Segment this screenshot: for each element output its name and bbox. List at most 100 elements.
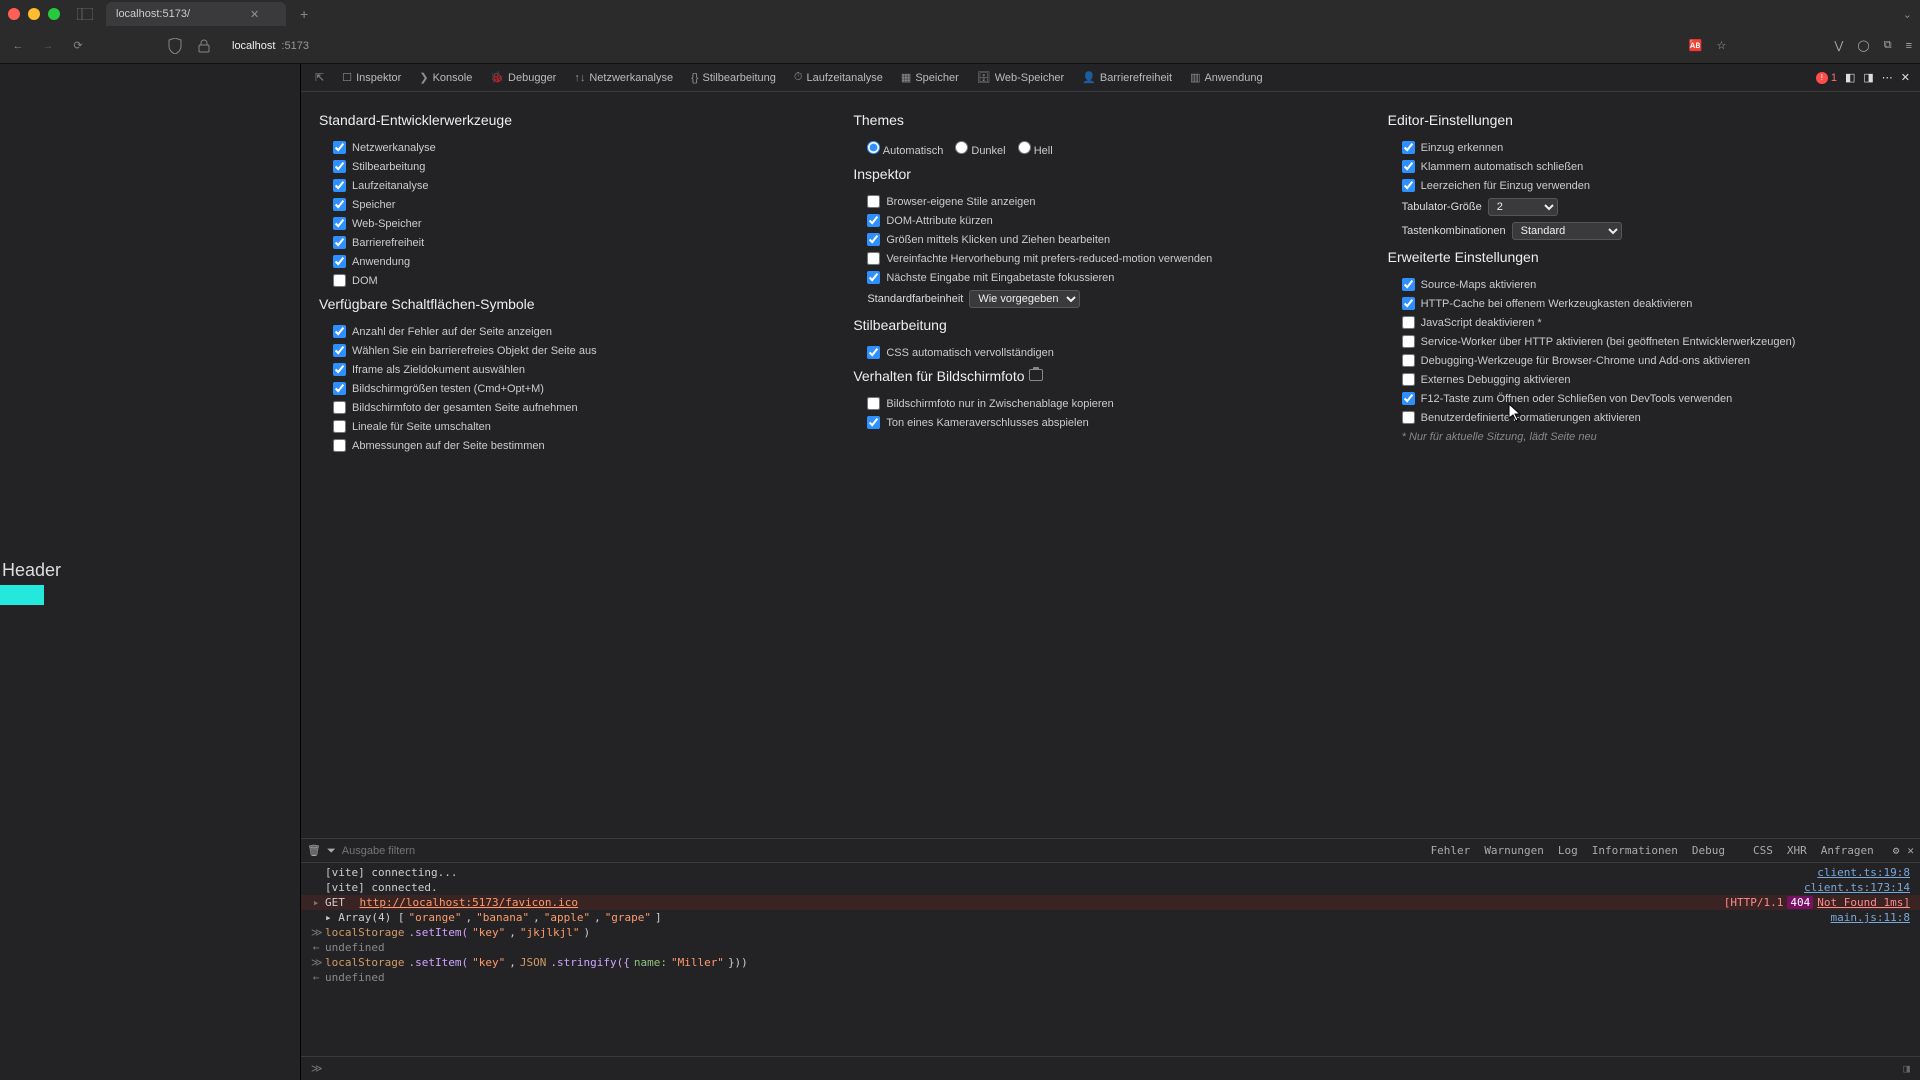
opt-spaces-indent[interactable]: Leerzeichen für Einzug verwenden <box>1388 176 1902 195</box>
opt-webspeicher[interactable]: Web-Speicher <box>319 214 833 233</box>
opt-netzwerkanalyse[interactable]: Netzwerkanalyse <box>319 138 833 157</box>
devtools-tab-konsole[interactable]: ❯Konsole <box>411 64 480 91</box>
tab-size-select[interactable]: 2 <box>1488 198 1558 216</box>
filter-log[interactable]: Log <box>1551 841 1585 860</box>
bookmark-icon[interactable]: ☆ <box>1717 39 1727 52</box>
http-status: [HTTP/1.1 404 Not Found 1ms] <box>1724 896 1910 909</box>
console-filter-input[interactable] <box>342 845 542 857</box>
dock-bottom-icon[interactable]: ◨ <box>1863 71 1873 84</box>
filter-anfragen[interactable]: Anfragen <box>1814 841 1881 860</box>
lock-icon[interactable] <box>198 39 218 53</box>
keybindings-select[interactable]: Standard <box>1512 222 1622 240</box>
opt-shot-clipboard[interactable]: Bildschirmfoto nur in Zwischenablage kop… <box>853 394 1367 413</box>
console-input[interactable] <box>329 1061 1898 1076</box>
filter-informationen[interactable]: Informationen <box>1585 841 1685 860</box>
close-devtools-icon[interactable]: ✕ <box>1901 71 1910 84</box>
dock-side-icon[interactable]: ◧ <box>1845 71 1855 84</box>
filter-warnungen[interactable]: Warnungen <box>1477 841 1551 860</box>
devtools-tab-anwendung[interactable]: ▥Anwendung <box>1182 64 1271 91</box>
source-link[interactable]: client.ts:173:14 <box>1804 881 1910 894</box>
close-console-icon[interactable]: ✕ <box>1907 844 1914 857</box>
opt-measure[interactable]: Abmessungen auf der Seite bestimmen <box>319 436 833 455</box>
devtools-tab-debugger[interactable]: 🐞Debugger <box>482 64 564 91</box>
opt-error-count[interactable]: Anzahl der Fehler auf der Seite anzeigen <box>319 322 833 341</box>
browser-tab[interactable]: localhost:5173/ ✕ <box>106 2 286 26</box>
opt-stilbearbeitung[interactable]: Stilbearbeitung <box>319 157 833 176</box>
theme-light[interactable]: Hell <box>1018 141 1053 157</box>
filter-icon: ⏷ <box>327 844 336 858</box>
opt-f12-toggle[interactable]: F12-Taste zum Öffnen oder Schließen von … <box>1388 389 1902 408</box>
address-field[interactable]: localhost:5173 <box>232 40 309 52</box>
devtools-tab-stil[interactable]: {}Stilbearbeitung <box>683 64 784 91</box>
opt-keybindings: Tastenkombinationen Standard <box>1388 219 1902 243</box>
opt-css-autocomplete[interactable]: CSS automatisch vervollständigen <box>853 343 1367 362</box>
reload-button[interactable]: ⟳ <box>68 39 88 52</box>
devtools-tab-speicher[interactable]: ▦Speicher <box>893 64 967 91</box>
devtools-tab-laufzeit[interactable]: ⏱Laufzeitanalyse <box>786 64 891 91</box>
shield-icon[interactable] <box>168 38 188 54</box>
devtools-tab-barrierefreiheit[interactable]: 👤Barrierefreiheit <box>1074 64 1180 91</box>
devtools-tab-webspeicher[interactable]: 🗄Web-Speicher <box>969 64 1072 91</box>
console-line: [vite] connected. client.ts:173:14 <box>301 880 1920 895</box>
opt-custom-formatters[interactable]: Benutzerdefinierte Formatierungen aktivi… <box>1388 408 1902 427</box>
translate-icon[interactable]: 🆎 <box>1689 39 1703 52</box>
opt-anwendung[interactable]: Anwendung <box>319 252 833 271</box>
opt-remote-debug[interactable]: Externes Debugging aktivieren <box>1388 370 1902 389</box>
more-icon[interactable]: ⋯ <box>1882 71 1893 84</box>
page-nav-block[interactable] <box>0 585 44 605</box>
menu-icon[interactable]: ≡ <box>1906 40 1912 52</box>
opt-barrierefreiheit[interactable]: Barrierefreiheit <box>319 233 833 252</box>
opt-auto-brackets[interactable]: Klammern automatisch schließen <box>1388 157 1902 176</box>
split-console-icon[interactable]: ◨ <box>1903 1062 1910 1075</box>
opt-source-maps[interactable]: Source-Maps aktivieren <box>1388 275 1902 294</box>
console-body[interactable]: [vite] connecting... client.ts:19:8 [vit… <box>301 863 1920 1056</box>
opt-chrome-debug[interactable]: Debugging-Werkzeuge für Browser-Chrome u… <box>1388 351 1902 370</box>
devtools-tab-inspektor[interactable]: ☐Inspektor <box>334 64 409 91</box>
opt-detect-indent[interactable]: Einzug erkennen <box>1388 138 1902 157</box>
devtools-inspect-element-icon[interactable]: ⇱ <box>307 64 332 91</box>
trash-icon[interactable]: 🗑 <box>307 844 321 857</box>
gear-icon[interactable]: ⚙ <box>1893 844 1900 857</box>
opt-shot-sound[interactable]: Ton eines Kameraverschlusses abspielen <box>853 413 1367 432</box>
pocket-icon[interactable]: ⋁ <box>1834 39 1843 52</box>
theme-dark[interactable]: Dunkel <box>955 141 1005 157</box>
opt-dom[interactable]: DOM <box>319 271 833 290</box>
minimize-window-icon[interactable] <box>28 8 40 20</box>
new-tab-button[interactable]: + <box>292 6 316 22</box>
opt-responsive-test[interactable]: Bildschirmgrößen testen (Cmd+Opt+M) <box>319 379 833 398</box>
maximize-window-icon[interactable] <box>48 8 60 20</box>
opt-browser-styles[interactable]: Browser-eigene Stile anzeigen <box>853 192 1367 211</box>
opt-disable-cache[interactable]: HTTP-Cache bei offenem Werkzeugkasten de… <box>1388 294 1902 313</box>
extensions-icon[interactable]: ⧉ <box>1884 39 1892 52</box>
opt-focus-next[interactable]: Nächste Eingabe mit Eingabetaste fokussi… <box>853 268 1367 287</box>
opt-a11y-picker[interactable]: Wählen Sie ein barrierefreies Objekt der… <box>319 341 833 360</box>
opt-speicher[interactable]: Speicher <box>319 195 833 214</box>
opt-reduced-motion[interactable]: Vereinfachte Hervorhebung mit prefers-re… <box>853 249 1367 268</box>
opt-disable-js[interactable]: JavaScript deaktivieren * <box>1388 313 1902 332</box>
filter-css[interactable]: CSS <box>1746 841 1780 860</box>
sidebar-toggle-icon[interactable] <box>76 5 94 23</box>
chevron-down-icon[interactable]: ⌄ <box>1903 8 1912 21</box>
close-tab-icon[interactable]: ✕ <box>250 8 259 21</box>
devtools-tab-netzwerk[interactable]: ↑↓Netzwerkanalyse <box>566 64 681 91</box>
account-icon[interactable]: ◯ <box>1857 39 1869 52</box>
back-button[interactable]: ← <box>8 40 28 52</box>
color-unit-select[interactable]: Wie vorgegeben <box>969 290 1080 308</box>
opt-tab-size: Tabulator-Größe 2 <box>1388 195 1902 219</box>
opt-rulers[interactable]: Lineale für Seite umschalten <box>319 417 833 436</box>
filter-xhr[interactable]: XHR <box>1780 841 1814 860</box>
opt-iframe-target[interactable]: Iframe als Zieldokument auswählen <box>319 360 833 379</box>
filter-debug[interactable]: Debug <box>1685 841 1732 860</box>
opt-laufzeitanalyse[interactable]: Laufzeitanalyse <box>319 176 833 195</box>
opt-drag-sizes[interactable]: Größen mittels Klicken und Ziehen bearbe… <box>853 230 1367 249</box>
theme-auto[interactable]: Automatisch <box>867 141 943 157</box>
forward-button[interactable]: → <box>38 40 58 52</box>
filter-fehler[interactable]: Fehler <box>1424 841 1478 860</box>
source-link[interactable]: client.ts:19:8 <box>1817 866 1910 879</box>
opt-truncate-attrs[interactable]: DOM-Attribute kürzen <box>853 211 1367 230</box>
error-count-badge[interactable]: !1 <box>1816 72 1837 84</box>
opt-sw-http[interactable]: Service-Worker über HTTP aktivieren (bei… <box>1388 332 1902 351</box>
opt-fullpage-shot[interactable]: Bildschirmfoto der gesamten Seite aufneh… <box>319 398 833 417</box>
close-window-icon[interactable] <box>8 8 20 20</box>
source-link[interactable]: main.js:11:8 <box>1831 911 1910 924</box>
